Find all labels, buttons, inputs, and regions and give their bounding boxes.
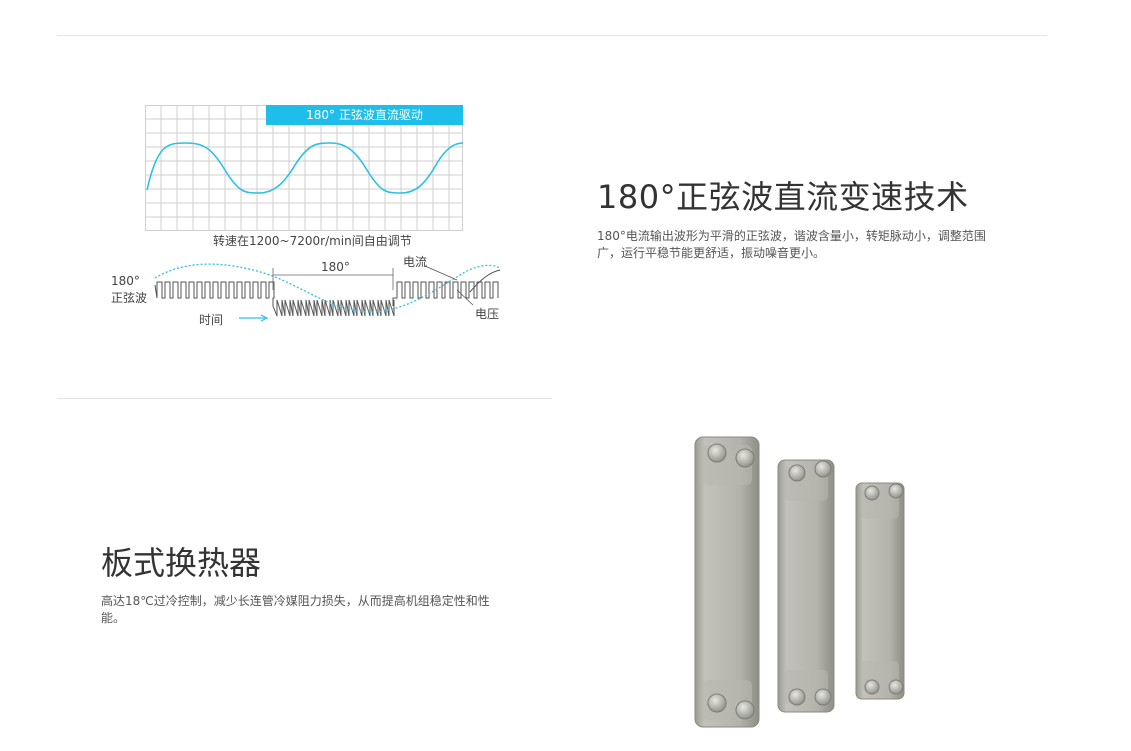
sine-tech-description: 180°电流输出波形为平滑的正弦波，谐波含量小，转矩脉动小，调整范围广，运行平稳… <box>597 229 986 260</box>
label-time: 时间 <box>199 313 224 327</box>
middle-divider <box>57 398 552 399</box>
plate-exchanger-title: 板式换热器 <box>101 544 262 582</box>
speed-caption: 转速在1200~7200r/min间自由调节 <box>213 234 412 248</box>
label-voltage: 电压 <box>475 307 500 321</box>
top-divider <box>57 35 1047 36</box>
label-180-sine-2: 正弦波 <box>111 291 148 305</box>
sine-tech-title: 180°正弦波直流变速技术 <box>597 178 969 216</box>
plate-heat-exchanger-image <box>694 436 905 728</box>
pwm-waveform <box>154 263 501 322</box>
diagram-banner: 180° 正弦波直流驱动 <box>266 105 463 125</box>
label-180-sine-1: 180° <box>111 274 140 288</box>
label-current: 电流 <box>403 255 428 269</box>
plate-exchanger-description: 高达18℃过冷控制，减少长连管冷媒阻力损失，从而提高机组稳定性和性能。 <box>101 594 490 625</box>
label-180-span: 180° <box>321 260 350 274</box>
